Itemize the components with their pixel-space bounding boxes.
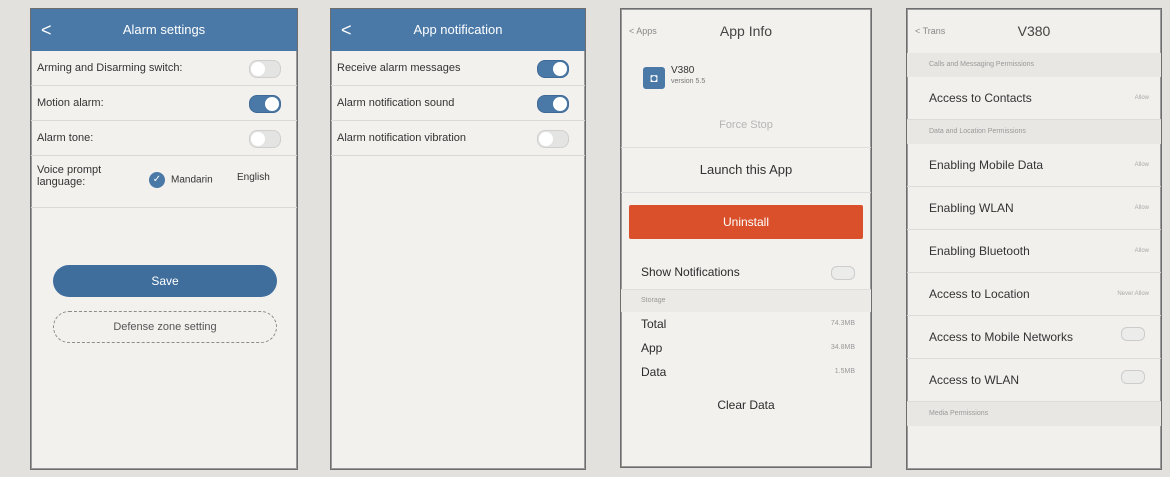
notification-sound-toggle[interactable] xyxy=(537,95,569,113)
permission-label: Enabling WLAN xyxy=(929,201,1014,215)
alarm-tone-row: Alarm tone: xyxy=(31,121,297,156)
row-label: Alarm notification sound xyxy=(337,97,455,109)
option-label: Mandarin xyxy=(171,174,213,186)
page-title: V380 xyxy=(1017,23,1051,39)
app-info-screen: < Apps App Info ◘ V380 version 5.5 Force… xyxy=(620,8,872,468)
launch-app-button[interactable]: Launch this App xyxy=(621,147,871,193)
force-stop-button[interactable]: Force Stop xyxy=(621,103,871,147)
row-label: Total xyxy=(641,317,667,331)
permission-label: Enabling Bluetooth xyxy=(929,244,1030,258)
row-label: Alarm notification vibration xyxy=(337,132,467,144)
row-label: Motion alarm: xyxy=(37,97,104,109)
permission-mobile-networks[interactable]: Access to Mobile Networks xyxy=(907,316,1161,359)
notification-vibration-row: Alarm notification vibration xyxy=(331,121,585,156)
defense-zone-button[interactable]: Defense zone setting xyxy=(53,311,277,343)
save-button[interactable]: Save xyxy=(53,265,277,297)
section-label: Calls and Messaging Permissions xyxy=(907,53,1161,77)
show-notifications-row: Show Notifications xyxy=(621,255,871,290)
row-label: Data xyxy=(641,365,667,379)
permission-value: Never Allow xyxy=(1117,291,1149,297)
section-label: Media Permissions xyxy=(907,402,1161,426)
arming-toggle[interactable] xyxy=(249,60,281,78)
row-value: 74.3MB xyxy=(830,320,855,327)
permission-label: Access to Location xyxy=(929,287,1030,301)
app-identity: ◘ V380 version 5.5 xyxy=(621,53,871,103)
row-label: Alarm tone: xyxy=(37,132,94,144)
motion-alarm-toggle[interactable] xyxy=(249,95,281,113)
alarm-settings-screen: < Alarm settings Arming and Disarming sw… xyxy=(30,8,298,470)
back-link[interactable]: < Trans xyxy=(915,9,945,53)
notification-vibration-toggle[interactable] xyxy=(537,130,569,148)
motion-alarm-row: Motion alarm: xyxy=(31,86,297,121)
permission-value: Allow xyxy=(1134,248,1149,254)
access-wlan-toggle[interactable] xyxy=(1121,370,1145,384)
permission-label: Access to Contacts xyxy=(929,91,1032,105)
app-icon: ◘ xyxy=(643,67,665,89)
voice-language-row: Voice prompt language: ✓ Mandarin English xyxy=(31,156,297,208)
notification-sound-row: Alarm notification sound xyxy=(331,86,585,121)
app-info-header: < Apps App Info xyxy=(621,9,871,53)
option-mandarin[interactable]: ✓ Mandarin xyxy=(149,172,213,188)
section-label: Data and Location Permissions xyxy=(907,120,1161,144)
permission-value: Allow xyxy=(1134,205,1149,211)
mobile-networks-toggle[interactable] xyxy=(1121,327,1145,341)
permission-bluetooth[interactable]: Enabling Bluetooth Allow xyxy=(907,230,1161,273)
notifications-toggle[interactable] xyxy=(831,266,855,280)
row-label: Arming and Disarming switch: xyxy=(37,62,183,74)
permission-access-wlan[interactable]: Access to WLAN xyxy=(907,359,1161,402)
back-icon[interactable]: < xyxy=(341,9,352,51)
row-label: Receive alarm messages xyxy=(337,62,461,74)
page-title: App notification xyxy=(413,22,503,37)
permission-label: Access to Mobile Networks xyxy=(929,330,1074,344)
voice-language-label: Voice prompt language: xyxy=(37,164,102,188)
storage-total-row: Total 74.3MB xyxy=(621,312,871,336)
row-value: 34.8MB xyxy=(830,344,855,351)
row-label: App xyxy=(641,341,663,355)
page-title: Alarm settings xyxy=(122,22,206,37)
row-label: Show Notifications xyxy=(641,265,740,279)
app-version: version 5.5 xyxy=(671,78,706,85)
permission-wlan[interactable]: Enabling WLAN Allow xyxy=(907,187,1161,230)
app-name: V380 xyxy=(671,65,695,76)
back-icon[interactable]: < xyxy=(41,9,52,51)
back-link[interactable]: < Apps xyxy=(629,9,657,53)
receive-alarm-toggle[interactable] xyxy=(537,60,569,78)
permission-location[interactable]: Access to Location Never Allow xyxy=(907,273,1161,316)
alarm-tone-toggle[interactable] xyxy=(249,130,281,148)
storage-app-row: App 34.8MB xyxy=(621,336,871,360)
permission-label: Access to WLAN xyxy=(929,373,1020,387)
permissions-screen: < Trans V380 Calls and Messaging Permiss… xyxy=(906,8,1162,470)
permission-value: Allow xyxy=(1134,162,1149,168)
permission-label: Enabling Mobile Data xyxy=(929,158,1044,172)
permissions-header: < Trans V380 xyxy=(907,9,1161,53)
uninstall-button[interactable]: Uninstall xyxy=(629,205,863,239)
storage-section-label: Storage xyxy=(621,290,871,312)
permission-contacts[interactable]: Access to Contacts Allow xyxy=(907,77,1161,120)
row-value: 1.5MB xyxy=(834,368,855,375)
receive-alarm-row: Receive alarm messages xyxy=(331,51,585,86)
app-notification-header: < App notification xyxy=(331,9,585,51)
storage-data-row: Data 1.5MB xyxy=(621,360,871,384)
alarm-settings-header: < Alarm settings xyxy=(31,9,297,51)
permission-mobile-data[interactable]: Enabling Mobile Data Allow xyxy=(907,144,1161,187)
page-title: App Info xyxy=(719,23,773,39)
checkmark-icon: ✓ xyxy=(149,172,165,188)
option-english[interactable]: English xyxy=(237,172,270,183)
permission-value: Allow xyxy=(1134,95,1149,101)
arming-switch-row: Arming and Disarming switch: xyxy=(31,51,297,86)
app-notification-screen: < App notification Receive alarm message… xyxy=(330,8,586,470)
clear-data-button[interactable]: Clear Data xyxy=(621,398,871,412)
